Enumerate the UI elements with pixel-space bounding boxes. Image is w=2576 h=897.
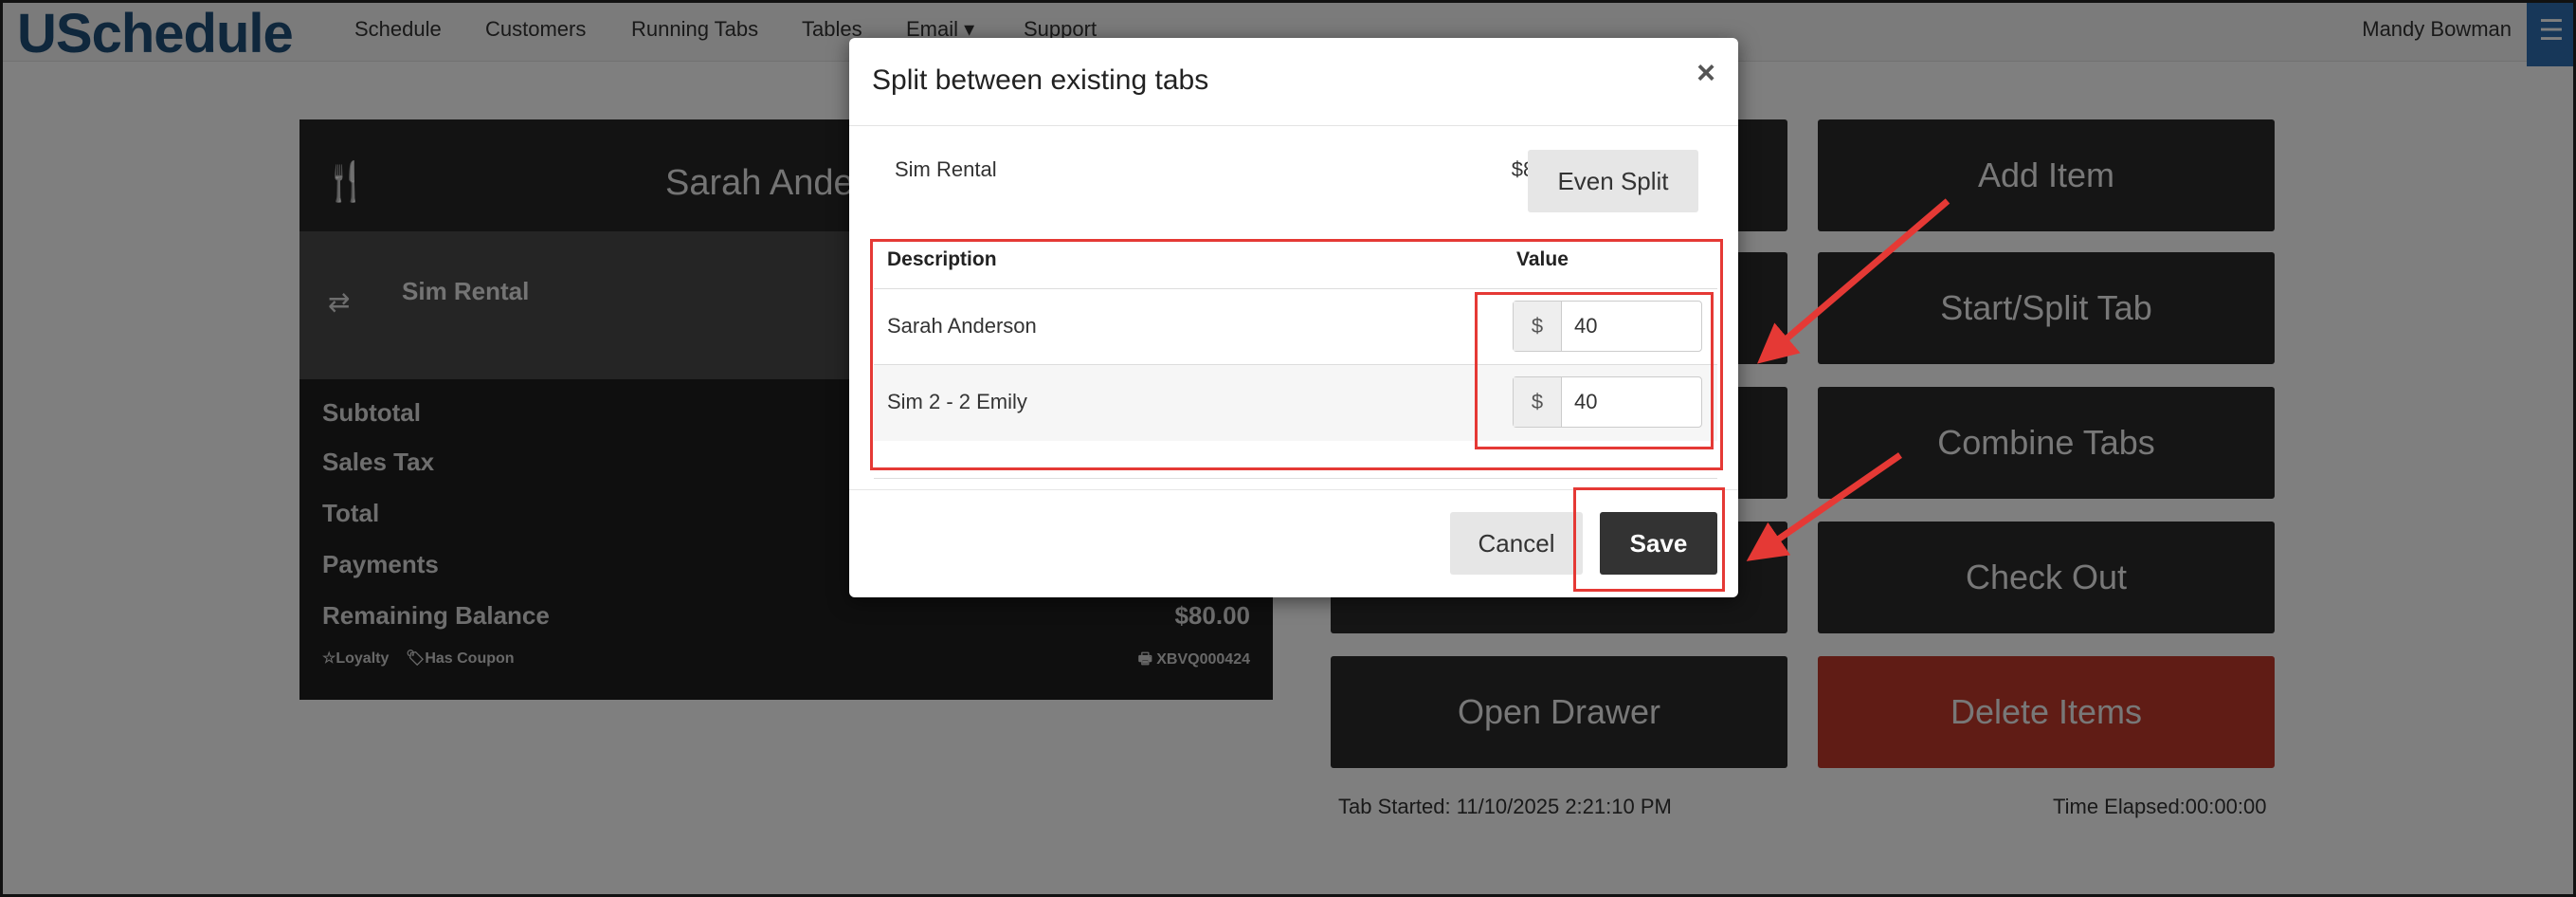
annotation-arrow-values: [1757, 198, 1950, 364]
annotation-arrows: [1746, 198, 1950, 561]
annotation-arrow-save: [1746, 452, 1902, 561]
